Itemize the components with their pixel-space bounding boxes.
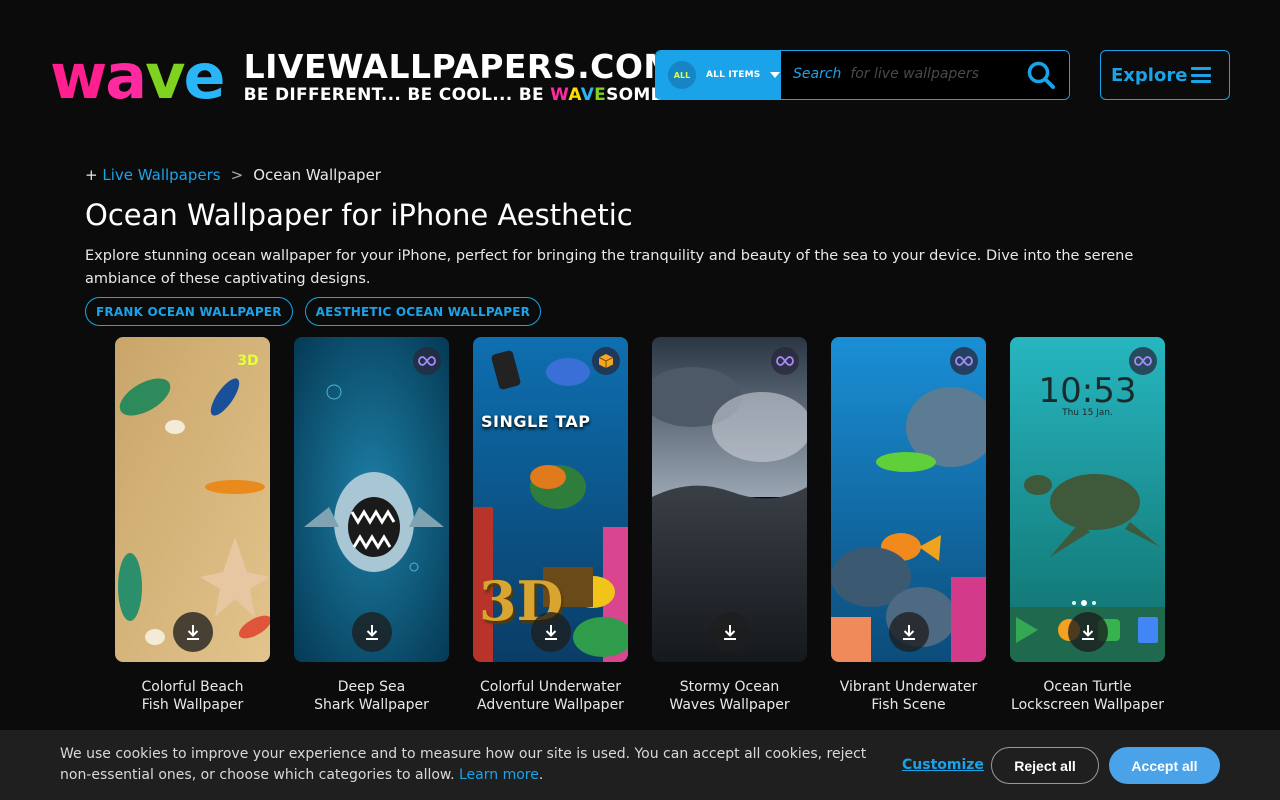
wallpaper-thumbnail[interactable]: 10:53 Thu 15 Jan. xyxy=(1010,337,1165,662)
page-title: Ocean Wallpaper for iPhone Aesthetic xyxy=(85,198,633,232)
wallpaper-thumbnail[interactable] xyxy=(652,337,807,662)
customize-button[interactable]: Customize xyxy=(902,757,984,773)
tagline-part: V xyxy=(580,85,595,105)
category-badge: ALL xyxy=(668,61,696,89)
breadcrumb-link-live-wallpapers[interactable]: Live Wallpapers xyxy=(102,166,220,184)
title-line: Vibrant Underwater xyxy=(839,679,978,695)
breadcrumb-separator: > xyxy=(230,166,244,184)
cube-icon xyxy=(592,347,620,375)
logo-letter-w: w xyxy=(50,40,107,113)
wallpaper-title: Ocean Turtle Lockscreen Wallpaper xyxy=(1010,678,1165,714)
reject-all-button[interactable]: Reject all xyxy=(991,747,1099,784)
logo-letter-e: e xyxy=(183,40,226,113)
wallpaper-title: Colorful Underwater Adventure Wallpaper xyxy=(473,678,628,714)
search-input-wrap: Search for live wallpapers xyxy=(781,51,1013,99)
search-category-dropdown[interactable]: ALL ALL ITEMS xyxy=(656,51,781,99)
site-header: w a v e LIVEWALLPAPERS.COM BE DIFFERENT.… xyxy=(0,0,1280,150)
learn-more-link[interactable]: Learn more xyxy=(459,767,539,783)
breadcrumb: + Live Wallpapers > Ocean Wallpaper xyxy=(85,166,381,184)
tagline-part: BE DIFFERENT... BE COOL... BE xyxy=(243,85,551,105)
cookie-text: We use cookies to improve your experienc… xyxy=(60,746,867,783)
tag-list: FRANK OCEAN WALLPAPER AESTHETIC OCEAN WA… xyxy=(85,297,542,326)
lockscreen-clock: 10:53 xyxy=(1038,371,1137,411)
title-line: Lockscreen Wallpaper xyxy=(1011,697,1164,713)
wallpaper-card[interactable]: 3D Colorful Beach Fish Wallpaper xyxy=(115,337,270,714)
download-icon xyxy=(366,625,378,640)
page-description: Explore stunning ocean wallpaper for you… xyxy=(85,248,1134,287)
search-button[interactable] xyxy=(1013,51,1069,99)
title-line: Deep Sea xyxy=(337,679,406,695)
wallpaper-card[interactable]: SINGLE TAP 3D Colorful Underwater Adventu… xyxy=(473,337,628,714)
breadcrumb-current: Ocean Wallpaper xyxy=(253,166,381,184)
download-icon xyxy=(1082,625,1094,640)
logo-tagline: BE DIFFERENT... BE COOL... BE WAVESOME! xyxy=(244,85,677,105)
wallpaper-grid: 3D Colorful Beach Fish Wallpaper Deep Se… xyxy=(115,337,1165,714)
download-button[interactable] xyxy=(352,612,392,652)
wallpaper-card[interactable]: 10:53 Thu 15 Jan. Ocean Turtle Lockscreen… xyxy=(1010,337,1165,714)
wallpaper-title: Colorful Beach Fish Wallpaper xyxy=(115,678,270,714)
download-icon xyxy=(187,625,199,640)
explore-menu-button[interactable]: Explore xyxy=(1100,50,1230,100)
wallpaper-thumbnail[interactable] xyxy=(294,337,449,662)
app-icon xyxy=(1138,617,1158,643)
download-icon xyxy=(724,625,736,640)
breadcrumb-prefix: + xyxy=(85,166,98,184)
wallpaper-card[interactable]: Stormy Ocean Waves Wallpaper xyxy=(652,337,807,714)
title-line: Ocean Turtle xyxy=(1043,679,1132,695)
infinity-icon xyxy=(413,347,441,375)
wallpaper-card[interactable]: Vibrant Underwater Fish Scene xyxy=(831,337,986,714)
infinity-icon xyxy=(950,347,978,375)
overlay-caption-single-tap: SINGLE TAP xyxy=(481,412,591,431)
download-button[interactable] xyxy=(173,612,213,652)
caret-down-icon xyxy=(770,72,781,78)
site-logo[interactable]: w a v e LIVEWALLPAPERS.COM BE DIFFERENT.… xyxy=(50,46,677,108)
cookie-banner: We use cookies to improve your experienc… xyxy=(0,730,1280,800)
infinity-icon xyxy=(1129,347,1157,375)
download-icon xyxy=(903,625,915,640)
search-input[interactable] xyxy=(781,51,1013,99)
download-button[interactable] xyxy=(710,612,750,652)
download-button[interactable] xyxy=(531,612,571,652)
wallpaper-title: Vibrant Underwater Fish Scene xyxy=(831,678,986,714)
title-line: Shark Wallpaper xyxy=(314,697,429,713)
search-icon xyxy=(1027,61,1055,89)
logo-title: LIVEWALLPAPERS.COM xyxy=(243,47,677,86)
download-icon xyxy=(545,625,557,640)
3d-icon: 3D xyxy=(237,353,259,369)
wallpaper-thumbnail[interactable]: 3D xyxy=(115,337,270,662)
infinity-icon xyxy=(771,347,799,375)
category-label: ALL ITEMS xyxy=(706,70,761,80)
accept-all-button[interactable]: Accept all xyxy=(1109,747,1220,784)
wallpaper-title: Deep Sea Shark Wallpaper xyxy=(294,678,449,714)
title-line: Fish Wallpaper xyxy=(141,697,244,713)
tagline-part: E xyxy=(594,85,607,105)
play-store-icon xyxy=(1016,617,1038,643)
title-line: Fish Scene xyxy=(871,697,946,713)
search-bar: ALL ALL ITEMS Search for live wallpapers xyxy=(655,50,1070,100)
wallpaper-card[interactable]: Deep Sea Shark Wallpaper xyxy=(294,337,449,714)
logo-wave-wordmark: w a v e xyxy=(50,40,226,113)
logo-text: LIVEWALLPAPERS.COM BE DIFFERENT... BE CO… xyxy=(243,47,677,106)
hamburger-icon xyxy=(1191,67,1211,83)
page-indicator xyxy=(1072,600,1096,606)
download-button[interactable] xyxy=(1068,612,1108,652)
title-line: Adventure Wallpaper xyxy=(477,697,624,713)
logo-letter-a: a xyxy=(105,40,147,113)
wallpaper-thumbnail[interactable] xyxy=(831,337,986,662)
logo-letter-v: v xyxy=(145,40,185,113)
tagline-part: W xyxy=(550,85,569,105)
tagline-part: A xyxy=(568,85,581,105)
title-line: Colorful Underwater xyxy=(480,679,621,695)
wallpaper-thumbnail[interactable]: SINGLE TAP 3D xyxy=(473,337,628,662)
title-line: Waves Wallpaper xyxy=(669,697,790,713)
title-line: Stormy Ocean xyxy=(679,679,780,695)
explore-label: Explore xyxy=(1111,64,1188,86)
lockscreen-date: Thu 15 Jan. xyxy=(1062,408,1113,418)
tag-frank-ocean[interactable]: FRANK OCEAN WALLPAPER xyxy=(85,297,293,326)
tag-aesthetic-ocean[interactable]: AESTHETIC OCEAN WALLPAPER xyxy=(304,297,542,326)
wallpaper-title: Stormy Ocean Waves Wallpaper xyxy=(652,678,807,714)
download-button[interactable] xyxy=(889,612,929,652)
title-line: Colorful Beach xyxy=(141,679,244,695)
